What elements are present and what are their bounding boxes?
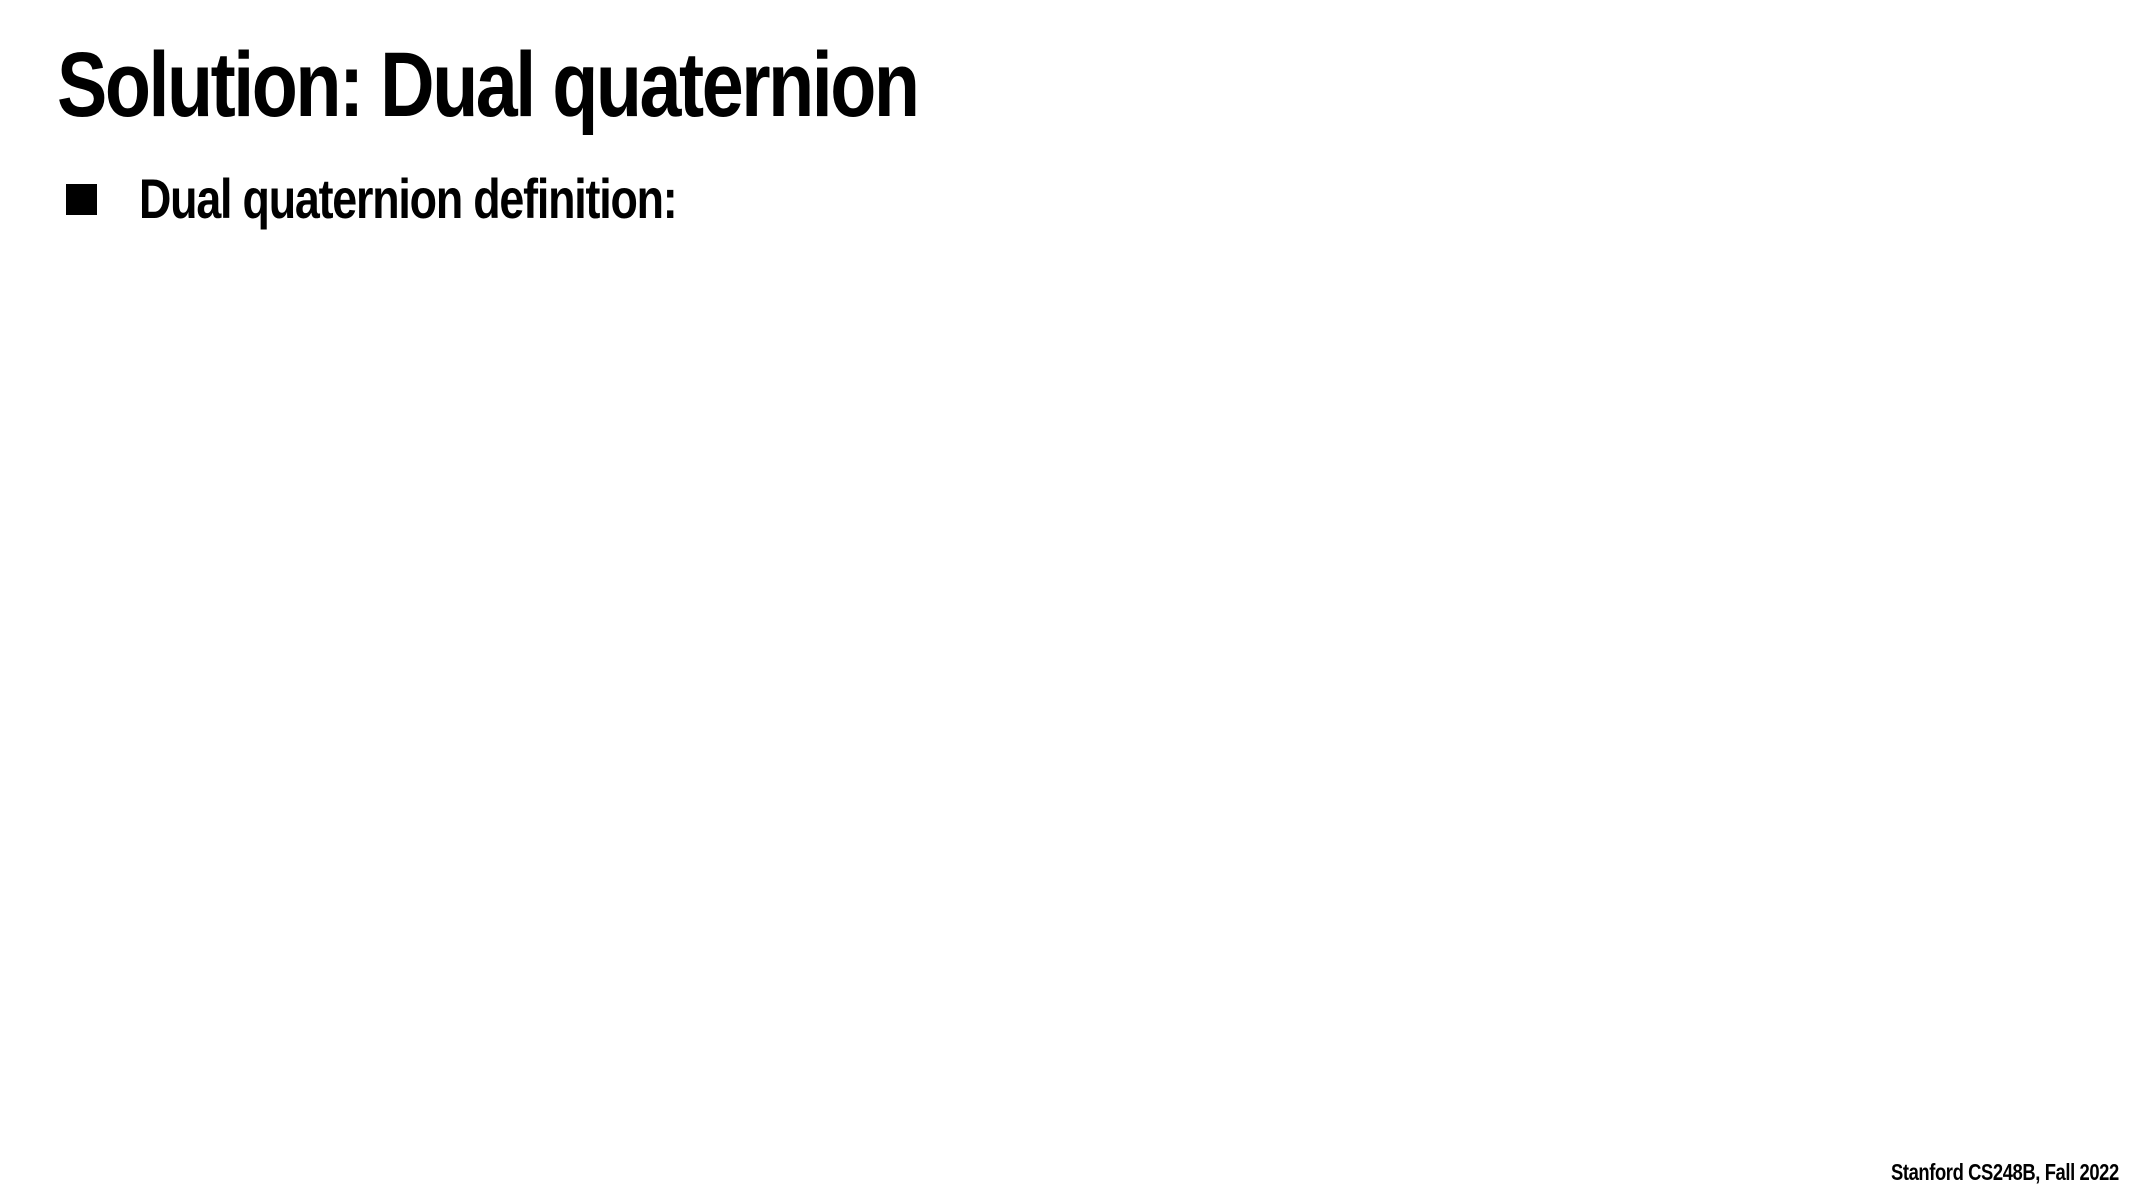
square-bullet-icon [66,183,97,215]
bullet-text: Dual quaternion definition: [139,167,678,230]
bullet-item: Dual quaternion definition: [66,168,811,230]
slide-title: Solution: Dual quaternion [57,34,920,136]
course-footer: Stanford CS248B, Fall 2022 [1891,1159,2119,1185]
bullet-list: Dual quaternion definition: [66,168,811,230]
